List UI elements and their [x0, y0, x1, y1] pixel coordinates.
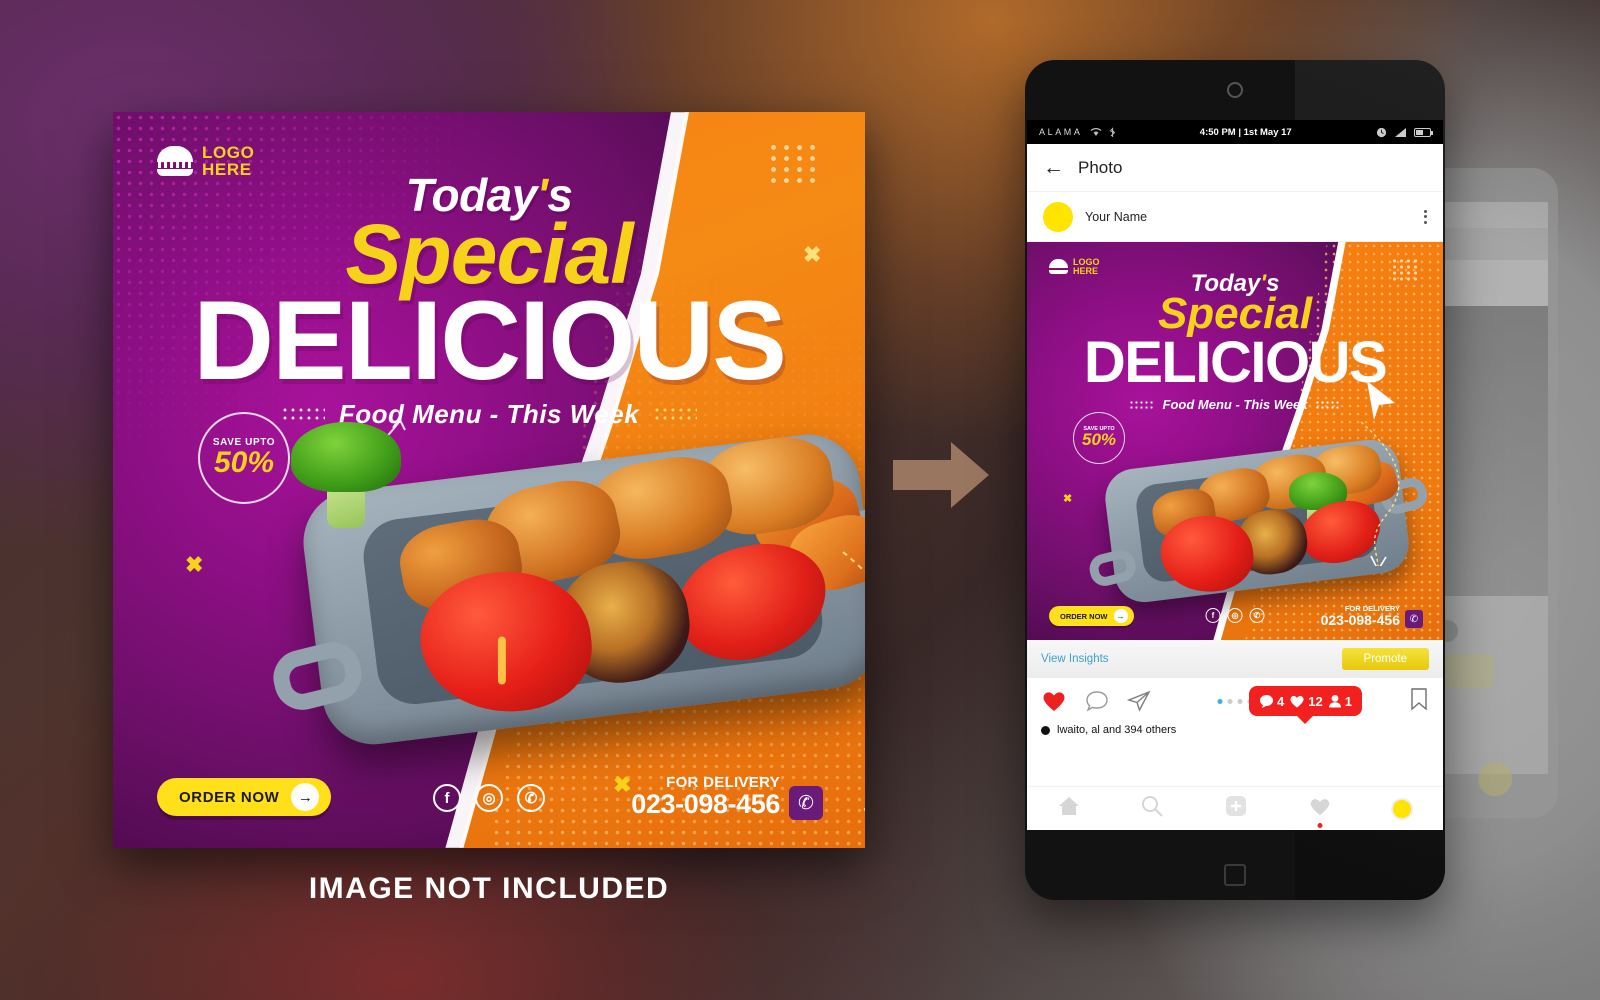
headline-delicious: DELICIOUS [193, 278, 787, 403]
delivery-info: FOR DELIVERY 023-098-456 ✆ [631, 774, 823, 820]
wifi-icon [1090, 128, 1101, 136]
image-not-included-caption: IMAGE NOT INCLUDED [308, 872, 670, 905]
notif-like-count: 12 [1308, 693, 1323, 709]
nav-activity-icon[interactable] [1308, 795, 1332, 828]
home-square-button[interactable] [1224, 864, 1246, 886]
status-bar: ALAMA 4:50 PM | 1st May 17 [1027, 120, 1443, 144]
dot-grid-icon-left [280, 406, 325, 423]
nav-add-icon[interactable] [1224, 795, 1248, 822]
carrier-name: ALAMA [1039, 127, 1083, 137]
phone-icon: ✆ [789, 786, 823, 820]
mini-whatsapp-icon[interactable]: ✆ [1249, 608, 1265, 623]
phone-camera-icon [1227, 82, 1243, 98]
comment-icon[interactable] [1085, 689, 1109, 713]
heart-icon[interactable] [1041, 689, 1067, 713]
whatsapp-icon[interactable]: ✆ [517, 784, 545, 812]
logo-line-1: LOGO [202, 143, 255, 162]
mini-dot-grid-left [1128, 399, 1155, 410]
post-author-row: Your Name [1027, 192, 1443, 242]
mini-order-now-button[interactable]: ORDER NOW → [1049, 606, 1134, 626]
poster-footer: ORDER NOW → f ◎ ✆ FOR DELIVERY 023-098-4… [113, 738, 865, 848]
clock-icon [1376, 127, 1387, 137]
mini-delivery-phone: 023-098-456 [1320, 612, 1400, 628]
post-image[interactable]: LOGO HERE Today's Special DELICIOUS Food… [1027, 242, 1443, 640]
person-icon [1328, 695, 1341, 708]
dot-grid-icon-right [653, 406, 698, 423]
author-name: Your Name [1085, 209, 1148, 224]
instagram-icon[interactable]: ◎ [475, 784, 503, 812]
poster-canvas: LOGO HERE Today's Special DELICIOUS Food… [113, 112, 865, 848]
avatar[interactable] [1043, 201, 1073, 232]
engagement-notification-badge: 4 12 1 [1249, 686, 1362, 716]
food-dish-photo [267, 422, 865, 752]
back-arrow-icon[interactable]: ← [1043, 157, 1064, 178]
view-insights-link[interactable]: View Insights [1041, 653, 1109, 665]
star-decoration-3: ✖ [803, 242, 822, 267]
mini-instagram-icon[interactable]: ◎ [1227, 608, 1243, 623]
notif-comment-count: 4 [1277, 693, 1285, 709]
signal-icon [1395, 127, 1406, 137]
likes-row: lwaito, al and 394 others [1027, 724, 1443, 736]
facebook-icon[interactable]: f [433, 784, 461, 812]
notif-heart-icon [1290, 695, 1304, 708]
mini-facebook-icon[interactable]: f [1205, 608, 1221, 623]
notif-comments: 4 [1259, 694, 1284, 709]
bluetooth-icon [1109, 127, 1115, 137]
nav-home-icon[interactable] [1057, 795, 1081, 822]
poster-headline: Today's Special DELICIOUS Food Menu - Th… [113, 168, 865, 430]
insights-bar: View Insights Promote [1027, 640, 1443, 678]
phone-mockup: ALAMA 4:50 PM | 1st May 17 ← Photo Your … [1025, 60, 1445, 900]
mini-dot-grid-right [1315, 399, 1342, 410]
comment-bubble-icon [1260, 695, 1273, 708]
notif-followers: 1 [1328, 694, 1352, 709]
mini-order-arrow-icon: → [1113, 609, 1128, 623]
post-actions: 4 12 1 [1027, 678, 1443, 724]
liker-avatar-icon [1041, 725, 1050, 735]
order-now-button[interactable]: ORDER NOW → [157, 778, 332, 816]
nav-search-icon[interactable] [1140, 795, 1164, 822]
order-now-label: ORDER NOW [179, 788, 280, 806]
poster-preview: LOGO HERE Today's Special DELICIOUS Food… [113, 112, 865, 848]
mini-poster-footer: ORDER NOW → f ◎ ✆ FOR DELIVERY 023-098-4… [1027, 586, 1443, 640]
mini-phone-icon: ✆ [1405, 610, 1423, 628]
bookmark-icon[interactable] [1409, 687, 1429, 716]
mini-social-links: f ◎ ✆ [1205, 608, 1265, 623]
star-decoration-1: ✖ [185, 552, 204, 577]
delivery-phone: 023-098-456 [631, 789, 780, 819]
mini-order-label: ORDER NOW [1060, 611, 1108, 621]
mini-subtitle: Food Menu - This Week [1162, 397, 1308, 412]
save-badge-value: 50% [213, 445, 275, 479]
share-icon[interactable] [1127, 689, 1151, 713]
nav-profile-avatar[interactable] [1391, 797, 1414, 820]
likes-text: lwaito, al and 394 others [1057, 724, 1177, 736]
bottom-navigation [1027, 786, 1443, 830]
notif-likes: 12 [1289, 693, 1323, 709]
mini-star-1: ✖ [1063, 493, 1073, 505]
battery-icon [1414, 127, 1433, 137]
status-time: 4:50 PM | 1st May 17 [1199, 126, 1292, 138]
notif-follower-count: 1 [1344, 693, 1352, 709]
phone-screen: ← Photo Your Name LOGO HERE Today's Spec… [1027, 144, 1443, 830]
kebab-menu-icon[interactable] [1424, 209, 1427, 224]
mini-dashed-curve [1360, 421, 1400, 566]
save-upto-badge: SAVE UPTO 50% [198, 412, 290, 504]
carousel-pager [1217, 698, 1253, 704]
promote-button[interactable]: Promote [1341, 648, 1429, 670]
app-header: ← Photo [1027, 144, 1443, 192]
order-now-arrow-icon: → [291, 783, 320, 811]
social-links: f ◎ ✆ [433, 784, 545, 812]
right-arrow-icon [893, 442, 989, 508]
mini-delivery-info: FOR DELIVERY 023-098-456 ✆ [1321, 604, 1423, 628]
page-title: Photo [1078, 157, 1123, 177]
